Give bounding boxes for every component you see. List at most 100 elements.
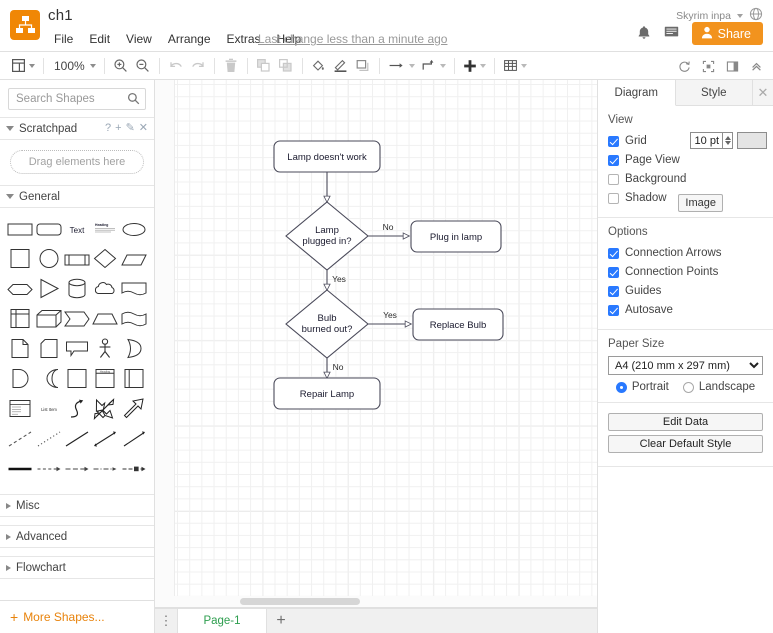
shape-step[interactable]	[63, 306, 91, 332]
shape-rectangle[interactable]	[6, 216, 34, 242]
node-start[interactable]: Lamp doesn't work	[273, 140, 381, 173]
background-image-button[interactable]: Image	[678, 194, 723, 212]
shape-dashed-line[interactable]	[6, 426, 34, 452]
bell-icon[interactable]	[637, 25, 651, 43]
shape-process[interactable]	[63, 246, 91, 272]
shape-curved-arrow[interactable]	[63, 396, 91, 422]
search-input[interactable]	[9, 89, 145, 109]
chevron-down-icon[interactable]	[737, 13, 743, 18]
sidebar-section-advanced[interactable]: Advanced	[0, 525, 154, 548]
sidebar-section-flowchart[interactable]: Flowchart	[0, 556, 154, 579]
shape-bidirectional-arrow[interactable]	[91, 396, 119, 422]
delete-button[interactable]	[220, 55, 242, 77]
chevron-down-icon[interactable]	[439, 63, 446, 68]
shape-parallelogram[interactable]	[120, 246, 148, 272]
node-bulb-burned-out[interactable]: Bulb burned out?	[285, 289, 369, 359]
background-checkbox[interactable]	[608, 173, 619, 185]
table-button[interactable]	[500, 55, 530, 77]
shape-hexagon[interactable]	[6, 276, 34, 302]
radio-portrait[interactable]	[615, 381, 627, 393]
shape-or-shape[interactable]	[120, 336, 148, 362]
tab-style[interactable]: Style	[675, 80, 753, 105]
fill-color-button[interactable]	[308, 55, 330, 77]
account-name[interactable]: Skyrim inpa	[676, 10, 731, 22]
tab-diagram[interactable]: Diagram	[598, 80, 676, 106]
zoom-out-button[interactable]	[132, 55, 154, 77]
shape-ellipse[interactable]	[120, 216, 148, 242]
connection-points-checkbox[interactable]	[608, 266, 619, 278]
shape-square[interactable]	[6, 246, 34, 272]
shape-list-box[interactable]	[6, 396, 34, 422]
node-replace-bulb[interactable]: Replace Bulb	[412, 308, 504, 341]
add-page-button[interactable]: +	[267, 609, 295, 633]
shape-circle[interactable]	[34, 246, 62, 272]
shape-card[interactable]	[34, 336, 62, 362]
shape-half-circle[interactable]	[6, 366, 34, 392]
node-plug-in-lamp[interactable]: Plug in lamp	[410, 220, 502, 253]
node-lamp-plugged-in[interactable]: Lamp plugged in?	[285, 201, 369, 271]
waypoints-button[interactable]	[418, 55, 449, 77]
collapse-icon[interactable]	[745, 55, 767, 77]
shape-diamond[interactable]	[91, 246, 119, 272]
search-icon[interactable]	[127, 92, 140, 108]
shape-crescent[interactable]	[34, 366, 62, 392]
shape-cloud[interactable]	[91, 276, 119, 302]
orientation-portrait[interactable]: Portrait	[615, 381, 669, 393]
bring-to-front-button[interactable]	[253, 55, 275, 77]
shape-trapezoid[interactable]	[91, 306, 119, 332]
shape-actor[interactable]	[91, 336, 119, 362]
chevron-down-icon[interactable]	[89, 63, 96, 68]
fullscreen-icon[interactable]	[697, 55, 719, 77]
redo-button[interactable]	[187, 55, 209, 77]
shape-dash-dot-line[interactable]	[91, 456, 119, 482]
menu-view[interactable]: View	[118, 30, 160, 48]
shape-container[interactable]	[63, 366, 91, 392]
sidebar-section-general[interactable]: General	[0, 185, 154, 208]
canvas-horizontal-scrollbar[interactable]	[155, 596, 597, 607]
shape-dotted-line[interactable]	[34, 426, 62, 452]
node-repair-lamp[interactable]: Repair Lamp	[273, 377, 381, 410]
comment-icon[interactable]	[664, 25, 679, 42]
shape-partial-rectangle[interactable]	[120, 366, 148, 392]
page-tab-page-1[interactable]: Page-1	[177, 609, 267, 633]
shape-document[interactable]	[120, 276, 148, 302]
shape-text[interactable]: Text	[63, 216, 91, 242]
add-icon[interactable]: +	[115, 123, 121, 134]
autosave-checkbox[interactable]	[608, 304, 619, 316]
connection-arrow-button[interactable]	[385, 55, 418, 77]
chevron-down-icon[interactable]	[520, 63, 527, 68]
page-view-icon[interactable]	[8, 55, 38, 77]
shape-list-item[interactable]: List Item	[34, 396, 62, 422]
shape-triangle[interactable]	[34, 276, 62, 302]
chevron-down-icon[interactable]	[408, 63, 415, 68]
shape-cylinder[interactable]	[63, 276, 91, 302]
format-panel-icon[interactable]	[721, 55, 743, 77]
menu-file[interactable]: File	[46, 30, 81, 48]
chevron-down-icon[interactable]	[479, 63, 486, 68]
paper-size-select[interactable]: A4 (210 mm x 297 mm)	[608, 356, 763, 375]
shape-note[interactable]	[6, 336, 34, 362]
page-view-checkbox[interactable]	[608, 154, 619, 166]
last-change-link[interactable]: Last change less than a minute ago	[258, 32, 447, 46]
shape-dashed-arrow[interactable]	[34, 456, 62, 482]
menu-arrange[interactable]: Arrange	[160, 30, 219, 48]
diagram-canvas[interactable]: Lamp doesn't work Lamp plugged in? Plug …	[155, 80, 597, 603]
radio-landscape[interactable]	[682, 381, 694, 393]
edit-data-button[interactable]: Edit Data	[608, 413, 763, 431]
grid-color-swatch[interactable]	[737, 132, 767, 149]
shape-thick-line[interactable]	[6, 456, 34, 482]
rotate-icon[interactable]	[673, 55, 695, 77]
shadow-checkbox[interactable]	[608, 192, 619, 204]
sidebar-section-scratchpad[interactable]: Scratchpad ? + ✎ ✕	[0, 117, 154, 140]
scratchpad-dropzone[interactable]: Drag elements here	[10, 150, 144, 174]
clear-default-style-button[interactable]: Clear Default Style	[608, 435, 763, 453]
shape-textbox[interactable]: Heading	[91, 216, 119, 242]
page-menu-icon[interactable]: ⋮	[155, 609, 177, 633]
line-color-button[interactable]	[330, 55, 352, 77]
insert-button[interactable]	[460, 55, 489, 77]
zoom-in-button[interactable]	[110, 55, 132, 77]
guides-checkbox[interactable]	[608, 285, 619, 297]
grid-checkbox[interactable]	[608, 135, 619, 147]
scrollbar-thumb[interactable]	[240, 598, 360, 605]
edit-icon[interactable]: ✎	[126, 123, 135, 134]
